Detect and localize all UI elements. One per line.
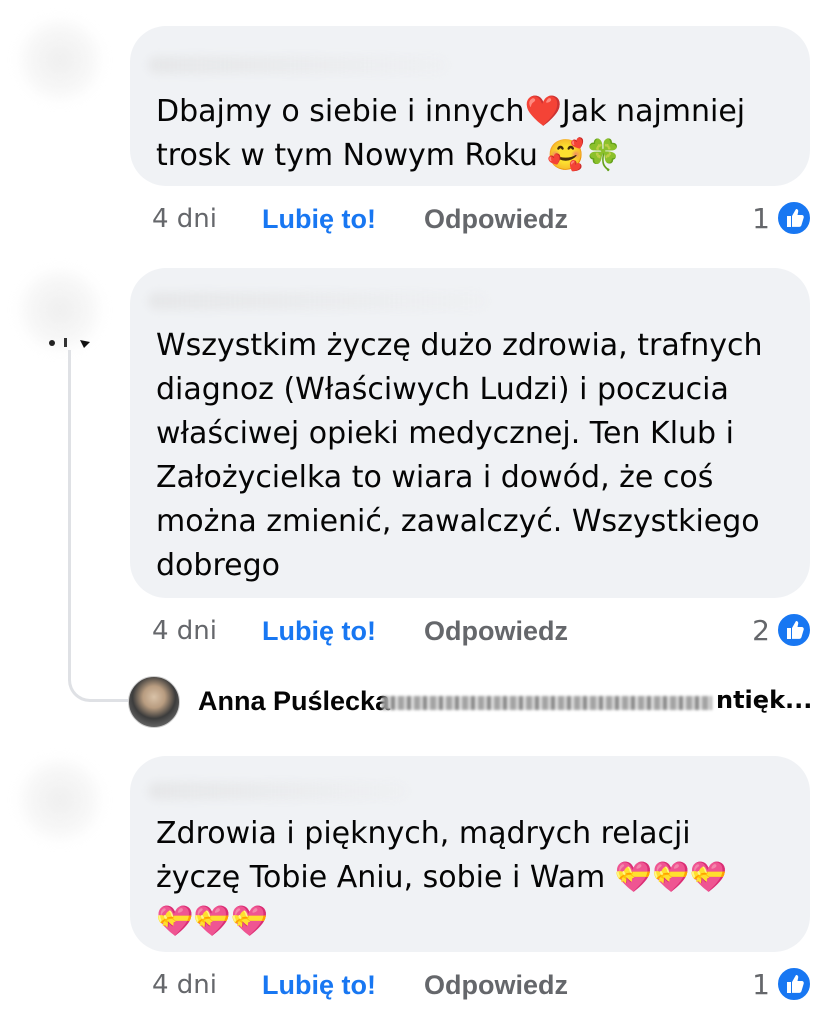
comment-bubble: Wszystkim życzę dużo zdrowia, trafnych d…	[130, 268, 810, 598]
comment-actions: 4 dni Lubię to! Odpowiedz 2	[152, 612, 812, 652]
comment-text: Wszystkim życzę dużo zdrowia, trafnych d…	[156, 328, 763, 583]
reply-button[interactable]: Odpowiedz	[424, 616, 568, 647]
like-button[interactable]: Lubię to!	[262, 616, 376, 647]
reply-thread-line	[68, 350, 128, 702]
comment-time[interactable]: 4 dni	[152, 616, 217, 646]
comment-text: Dbajmy o siebie i innych❤️Jak najmniej t…	[156, 94, 746, 173]
reaction-count[interactable]: 2	[752, 614, 770, 647]
like-button[interactable]: Lubię to!	[262, 204, 376, 235]
comment-bubble: Zdrowia i pięknych, mądrych relacji życz…	[130, 756, 810, 952]
reaction-count[interactable]: 1	[752, 202, 770, 235]
blurred-avatar	[20, 760, 100, 840]
avatar[interactable]	[128, 676, 180, 728]
like-button[interactable]: Lubię to!	[262, 970, 376, 1001]
blurred-author-name	[148, 782, 408, 800]
comment-time[interactable]: 4 dni	[152, 970, 217, 1000]
blurred-avatar	[20, 20, 100, 100]
reply-button[interactable]: Odpowiedz	[424, 204, 568, 235]
like-thumb-icon	[776, 200, 812, 236]
comment-time[interactable]: 4 dni	[152, 204, 217, 234]
reply-button[interactable]: Odpowiedz	[424, 970, 568, 1001]
reply-snippet: ntięk...	[716, 686, 813, 714]
blurred-author-name	[148, 292, 488, 310]
like-thumb-icon	[776, 966, 812, 1002]
comment-bubble: Dbajmy o siebie i innych❤️Jak najmniej t…	[130, 26, 810, 186]
reaction-count[interactable]: 1	[752, 968, 770, 1001]
blurred-reply-text	[382, 696, 712, 710]
reply-preview[interactable]: Anna Puślecka ntięk...	[128, 676, 818, 732]
comment-actions: 4 dni Lubię to! Odpowiedz 1	[152, 200, 812, 240]
reply-author-name[interactable]: Anna Puślecka	[198, 686, 390, 717]
blurred-author-name	[148, 56, 448, 74]
like-thumb-icon	[776, 612, 812, 648]
comment-actions: 4 dni Lubię to! Odpowiedz 1	[152, 966, 812, 1006]
avatar-icon	[46, 334, 102, 350]
